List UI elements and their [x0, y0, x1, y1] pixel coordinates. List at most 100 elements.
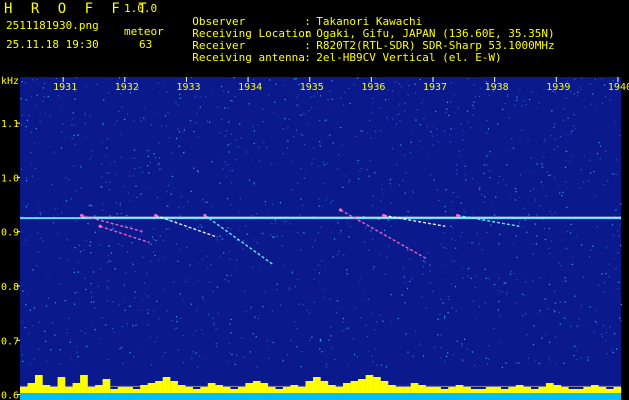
y-tick-label: 1.1 — [1, 119, 19, 130]
noise-speck — [168, 228, 170, 230]
noise-speck — [538, 362, 540, 364]
noise-speck — [90, 291, 92, 293]
noise-speck — [554, 336, 557, 338]
noise-speck — [84, 115, 86, 117]
noise-speck — [121, 106, 123, 108]
activity-bar — [110, 389, 118, 393]
noise-speck — [168, 184, 170, 187]
noise-speck — [239, 123, 241, 125]
noise-speck — [379, 107, 381, 109]
noise-speck — [558, 311, 561, 313]
noise-speck — [415, 119, 417, 121]
noise-speck — [197, 306, 199, 309]
noise-speck — [73, 267, 75, 269]
noise-speck — [404, 192, 406, 194]
noise-speck — [422, 266, 424, 268]
noise-speck — [324, 266, 326, 268]
noise-speck — [249, 351, 251, 353]
noise-speck — [224, 107, 226, 109]
noise-speck — [332, 256, 334, 258]
noise-speck — [343, 104, 345, 106]
activity-bar — [170, 381, 178, 393]
noise-speck — [522, 314, 524, 317]
noise-speck — [192, 334, 194, 336]
noise-speck — [498, 243, 500, 245]
noise-speck — [381, 188, 383, 190]
activity-bar — [102, 379, 111, 393]
noise-speck — [47, 95, 49, 98]
activity-bar — [290, 385, 299, 393]
noise-speck — [336, 253, 338, 256]
noise-speck — [414, 83, 416, 85]
noise-speck — [188, 277, 190, 279]
noise-speck — [488, 345, 490, 347]
noise-speck — [228, 250, 230, 252]
noise-speck — [156, 196, 159, 199]
noise-speck — [291, 160, 293, 162]
noise-speck — [124, 118, 126, 120]
noise-speck — [503, 282, 505, 284]
noise-speck — [268, 94, 270, 96]
noise-speck — [46, 360, 48, 362]
noise-speck — [596, 226, 598, 228]
noise-speck — [509, 193, 511, 195]
noise-speck — [154, 341, 156, 343]
noise-speck — [68, 259, 70, 261]
noise-speck — [536, 163, 538, 165]
noise-speck — [619, 224, 621, 226]
noise-speck — [157, 82, 159, 84]
noise-speck — [143, 117, 145, 119]
noise-speck — [485, 357, 487, 359]
noise-speck — [483, 201, 485, 203]
noise-speck — [154, 156, 157, 158]
noise-speck — [171, 320, 173, 322]
noise-speck — [443, 246, 445, 249]
noise-speck — [489, 177, 491, 179]
noise-speck — [20, 345, 22, 347]
noise-speck — [262, 233, 264, 235]
noise-speck — [319, 141, 321, 143]
noise-speck — [182, 362, 185, 364]
noise-speck — [536, 235, 538, 237]
noise-speck — [289, 223, 291, 225]
noise-speck — [559, 192, 561, 194]
noise-speck — [288, 287, 290, 289]
noise-speck — [456, 340, 458, 342]
noise-speck — [120, 212, 122, 215]
noise-speck — [509, 273, 511, 275]
noise-speck — [369, 120, 371, 122]
noise-speck — [71, 138, 73, 140]
noise-speck — [140, 193, 142, 195]
noise-speck — [396, 164, 398, 166]
noise-speck — [216, 286, 218, 288]
noise-speck — [356, 77, 359, 79]
noise-speck — [534, 199, 536, 201]
noise-speck — [132, 157, 134, 159]
noise-speck — [140, 232, 143, 234]
noise-speck — [426, 125, 428, 128]
noise-speck — [90, 301, 92, 303]
noise-speck — [143, 293, 146, 295]
noise-speck — [541, 166, 544, 168]
noise-speck — [136, 196, 138, 198]
noise-speck — [518, 222, 521, 224]
noise-speck — [452, 191, 454, 193]
noise-speck — [198, 263, 200, 265]
noise-speck — [265, 204, 267, 206]
noise-speck — [179, 293, 181, 295]
noise-speck — [372, 101, 374, 103]
noise-speck — [182, 335, 184, 337]
y-tick-label: 0.8 — [1, 282, 19, 293]
noise-speck — [460, 202, 462, 204]
noise-speck — [129, 305, 131, 307]
noise-speck — [513, 272, 515, 275]
noise-speck — [49, 115, 51, 118]
noise-speck — [201, 226, 203, 228]
noise-speck — [559, 323, 561, 325]
noise-speck — [577, 91, 579, 93]
noise-speck — [479, 187, 481, 189]
noise-speck — [212, 317, 214, 319]
noise-speck — [541, 337, 543, 339]
noise-speck — [380, 200, 382, 202]
noise-speck — [153, 153, 155, 155]
